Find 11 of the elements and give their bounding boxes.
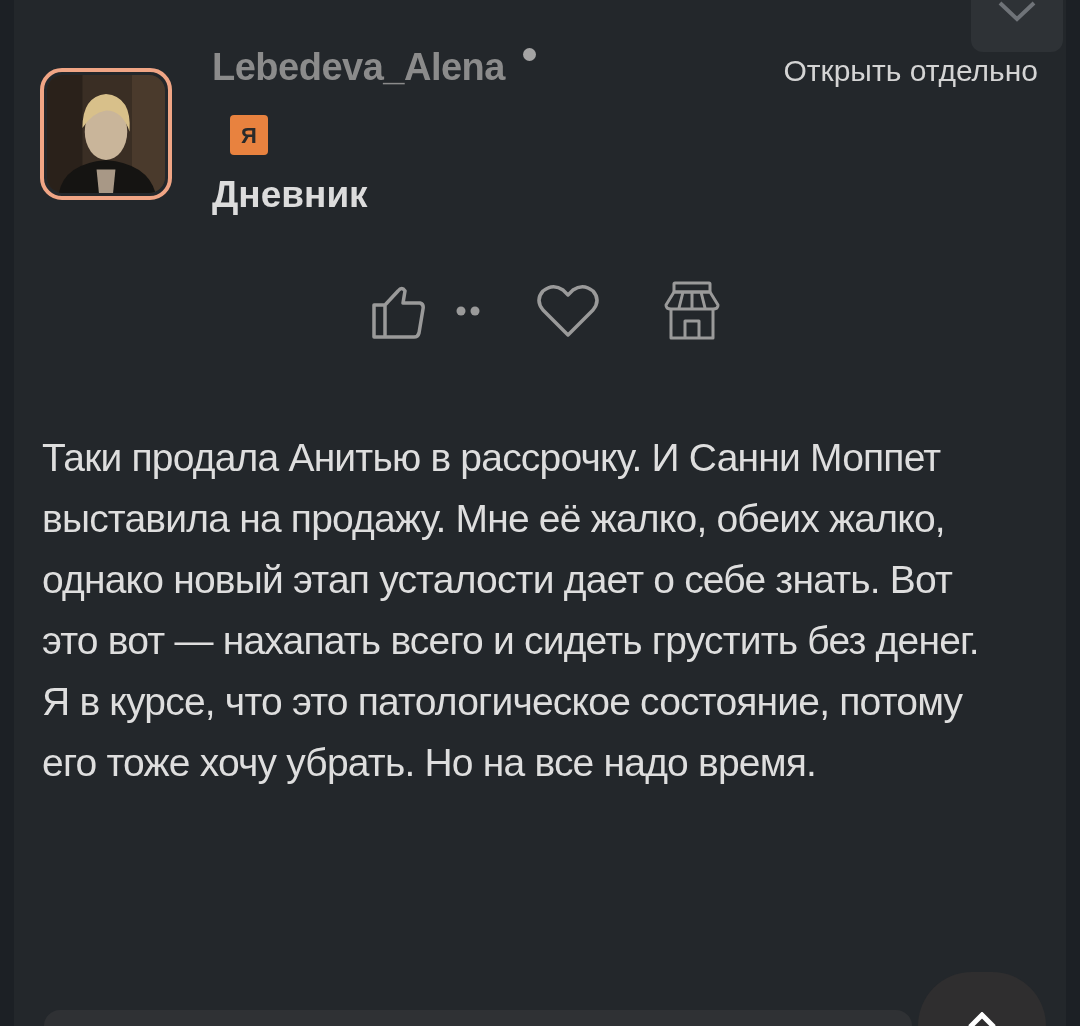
open-separately-link[interactable]: Открыть отдельно xyxy=(783,48,1038,93)
store-icon[interactable] xyxy=(663,281,721,341)
post-paragraph: Таки продала Анитью в рассрочку. И Санни Моппет выставила на продажу. Мне её жалко, обеих жалко, однако новый этап усталости дает о себе знать. Вот это вот — нахапать всего и сидеть грустить без денег. xyxy=(42,435,980,664)
arrow-up-icon xyxy=(967,1012,997,1026)
chevron-down-icon xyxy=(997,0,1037,22)
category-label: Дневник xyxy=(212,173,369,217)
dots-icon xyxy=(456,306,480,316)
heart-icon[interactable] xyxy=(537,284,599,338)
author-name[interactable]: Lebedeva_Alena xyxy=(212,44,505,90)
badge: Я xyxy=(230,115,268,155)
post-paragraph: Я в курсе, что это патологическое состояние, потому его тоже хочу убрать. Но на все надо время. xyxy=(42,679,964,786)
